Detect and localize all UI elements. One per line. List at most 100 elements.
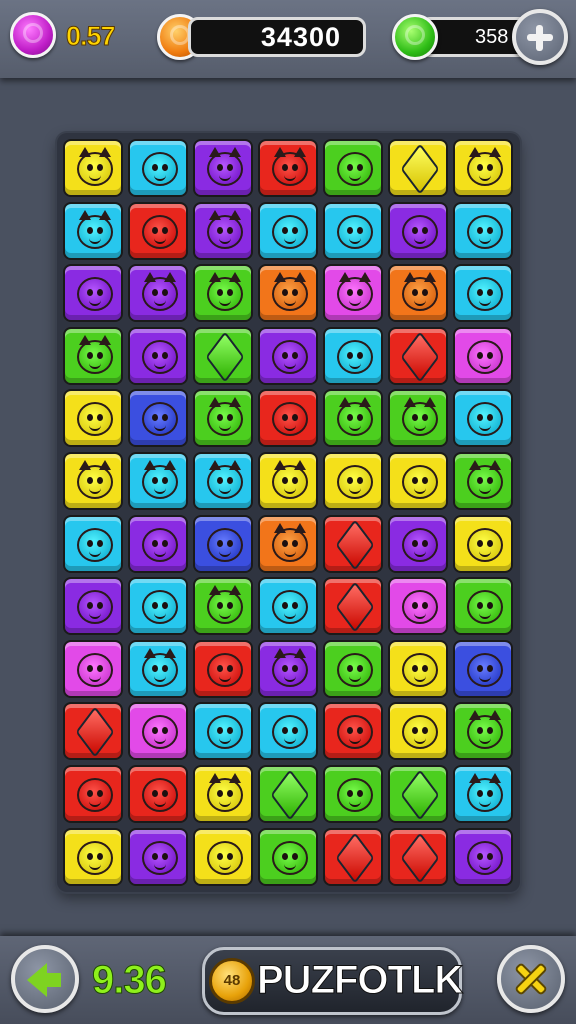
eye-icon [487,477,493,484]
tile-r4-c3[interactable] [193,327,253,385]
tile-r2-c5[interactable] [323,202,383,260]
mouth-icon [154,799,166,807]
tile-r8-c6[interactable] [388,577,448,635]
mouth-icon [284,361,296,369]
tile-r10-c5[interactable] [323,702,383,760]
tile-r1-c7[interactable] [453,139,513,197]
cat-face-icon [207,585,243,624]
tile-r9-c7[interactable] [453,640,513,698]
tile-r1-c5[interactable] [323,139,383,197]
tile-r6-c2[interactable] [128,452,188,510]
tile-r7-c6[interactable] [388,515,448,573]
tile-r12-c2[interactable] [128,828,188,886]
tile-r10-c1[interactable] [63,702,123,760]
tile-r3-c1[interactable] [63,264,123,322]
tile-r11-c1[interactable] [63,765,123,823]
tile-r9-c5[interactable] [323,640,383,698]
tile-r2-c3[interactable] [193,202,253,260]
tile-r8-c5[interactable] [323,577,383,635]
tile-r10-c3[interactable] [193,702,253,760]
tile-r11-c6[interactable] [388,765,448,823]
tile-r6-c6[interactable] [388,452,448,510]
tile-r7-c3[interactable] [193,515,253,573]
tile-r11-c5[interactable] [323,765,383,823]
tile-r11-c7[interactable] [453,765,513,823]
tile-r12-c4[interactable] [258,828,318,886]
tile-r4-c6[interactable] [388,327,448,385]
tile-r3-c3[interactable] [193,264,253,322]
tile-r3-c6[interactable] [388,264,448,322]
tile-r6-c1[interactable] [63,452,123,510]
tile-r2-c4[interactable] [258,202,318,260]
tile-r5-c1[interactable] [63,389,123,447]
eye-icon [357,790,363,797]
tile-r2-c7[interactable] [453,202,513,260]
tile-r12-c6[interactable] [388,828,448,886]
tile-r10-c6[interactable] [388,702,448,760]
tile-r6-c4[interactable] [258,452,318,510]
tile-r5-c7[interactable] [453,389,513,447]
tile-r7-c4[interactable] [258,515,318,573]
tile-r8-c3[interactable] [193,577,253,635]
tile-r4-c1[interactable] [63,327,123,385]
tile-r7-c5[interactable] [323,515,383,573]
tile-r9-c6[interactable] [388,640,448,698]
tile-r2-c1[interactable] [63,202,123,260]
tile-r4-c7[interactable] [453,327,513,385]
tile-r5-c3[interactable] [193,389,253,447]
tile-r9-c3[interactable] [193,640,253,698]
tile-r10-c7[interactable] [453,702,513,760]
tile-r8-c2[interactable] [128,577,188,635]
tile-r6-c7[interactable] [453,452,513,510]
eye-icon [97,477,103,484]
tile-r2-c6[interactable] [388,202,448,260]
eye-icon [347,665,353,672]
tile-r2-c2[interactable] [128,202,188,260]
tile-r11-c2[interactable] [128,765,188,823]
close-button[interactable] [497,945,565,1013]
tile-r12-c7[interactable] [453,828,513,886]
tile-r11-c3[interactable] [193,765,253,823]
tile-r9-c4[interactable] [258,640,318,698]
tile-r11-c4[interactable] [258,765,318,823]
tile-r12-c5[interactable] [323,828,383,886]
tile-r7-c1[interactable] [63,515,123,573]
back-button[interactable] [11,945,79,1013]
tile-r12-c3[interactable] [193,828,253,886]
tile-r1-c2[interactable] [128,139,188,197]
tile-r4-c2[interactable] [128,327,188,385]
tile-r1-c3[interactable] [193,139,253,197]
tile-r9-c1[interactable] [63,640,123,698]
creature-face-icon [467,841,503,875]
eye-icon [162,477,168,484]
tile-r8-c7[interactable] [453,577,513,635]
tile-r8-c1[interactable] [63,577,123,635]
eye-icon [357,727,363,734]
tile-r1-c4[interactable] [258,139,318,197]
tile-r1-c1[interactable] [63,139,123,197]
cat-face-icon [272,523,308,562]
tile-r5-c6[interactable] [388,389,448,447]
tile-r3-c5[interactable] [323,264,383,322]
tile-r6-c3[interactable] [193,452,253,510]
eye-icon [162,665,168,672]
tile-r10-c4[interactable] [258,702,318,760]
tile-r4-c4[interactable] [258,327,318,385]
tile-r12-c1[interactable] [63,828,123,886]
creature-face-icon [402,653,438,687]
tile-r3-c7[interactable] [453,264,513,322]
tile-r5-c2[interactable] [128,389,188,447]
tile-r5-c4[interactable] [258,389,318,447]
tile-r3-c2[interactable] [128,264,188,322]
tile-r9-c2[interactable] [128,640,188,698]
tile-r7-c7[interactable] [453,515,513,573]
tile-r8-c4[interactable] [258,577,318,635]
tile-r4-c5[interactable] [323,327,383,385]
tile-r5-c5[interactable] [323,389,383,447]
tile-r1-c6[interactable] [388,139,448,197]
tile-r3-c4[interactable] [258,264,318,322]
plus-icon[interactable] [512,9,568,65]
tile-r6-c5[interactable] [323,452,383,510]
tile-r7-c2[interactable] [128,515,188,573]
tile-r10-c2[interactable] [128,702,188,760]
